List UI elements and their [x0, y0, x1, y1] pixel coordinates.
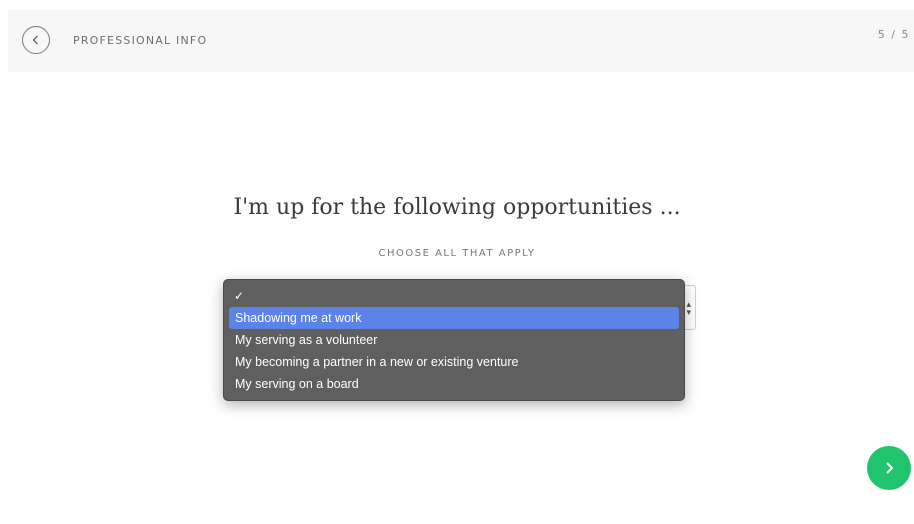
next-button[interactable]: [867, 446, 911, 490]
dropdown-option-board[interactable]: My serving on a board: [229, 373, 679, 395]
select-arrows-icon: ▴ ▾: [686, 299, 691, 317]
section-title: PROFESSIONAL INFO: [73, 34, 208, 47]
question-heading: I'm up for the following opportunities .…: [233, 195, 681, 220]
top-bar: PROFESSIONAL INFO 5 / 5: [8, 10, 914, 72]
dropdown-option-shadowing[interactable]: Shadowing me at work: [229, 307, 679, 329]
checkmark-icon: ✓: [234, 289, 245, 303]
step-counter: 5 / 5: [877, 28, 910, 41]
chevron-right-icon: [886, 462, 894, 474]
dropdown-option-partner[interactable]: My becoming a partner in a new or existi…: [229, 351, 679, 373]
dropdown-option-volunteer[interactable]: My serving as a volunteer: [229, 329, 679, 351]
dropdown-option-blank[interactable]: ✓: [229, 285, 679, 307]
back-button[interactable]: [22, 26, 50, 54]
choose-instruction: CHOOSE ALL THAT APPLY: [378, 248, 536, 259]
opportunities-dropdown-menu[interactable]: ✓ Shadowing me at work My serving as a v…: [223, 279, 685, 401]
chevron-left-icon: [32, 35, 38, 45]
